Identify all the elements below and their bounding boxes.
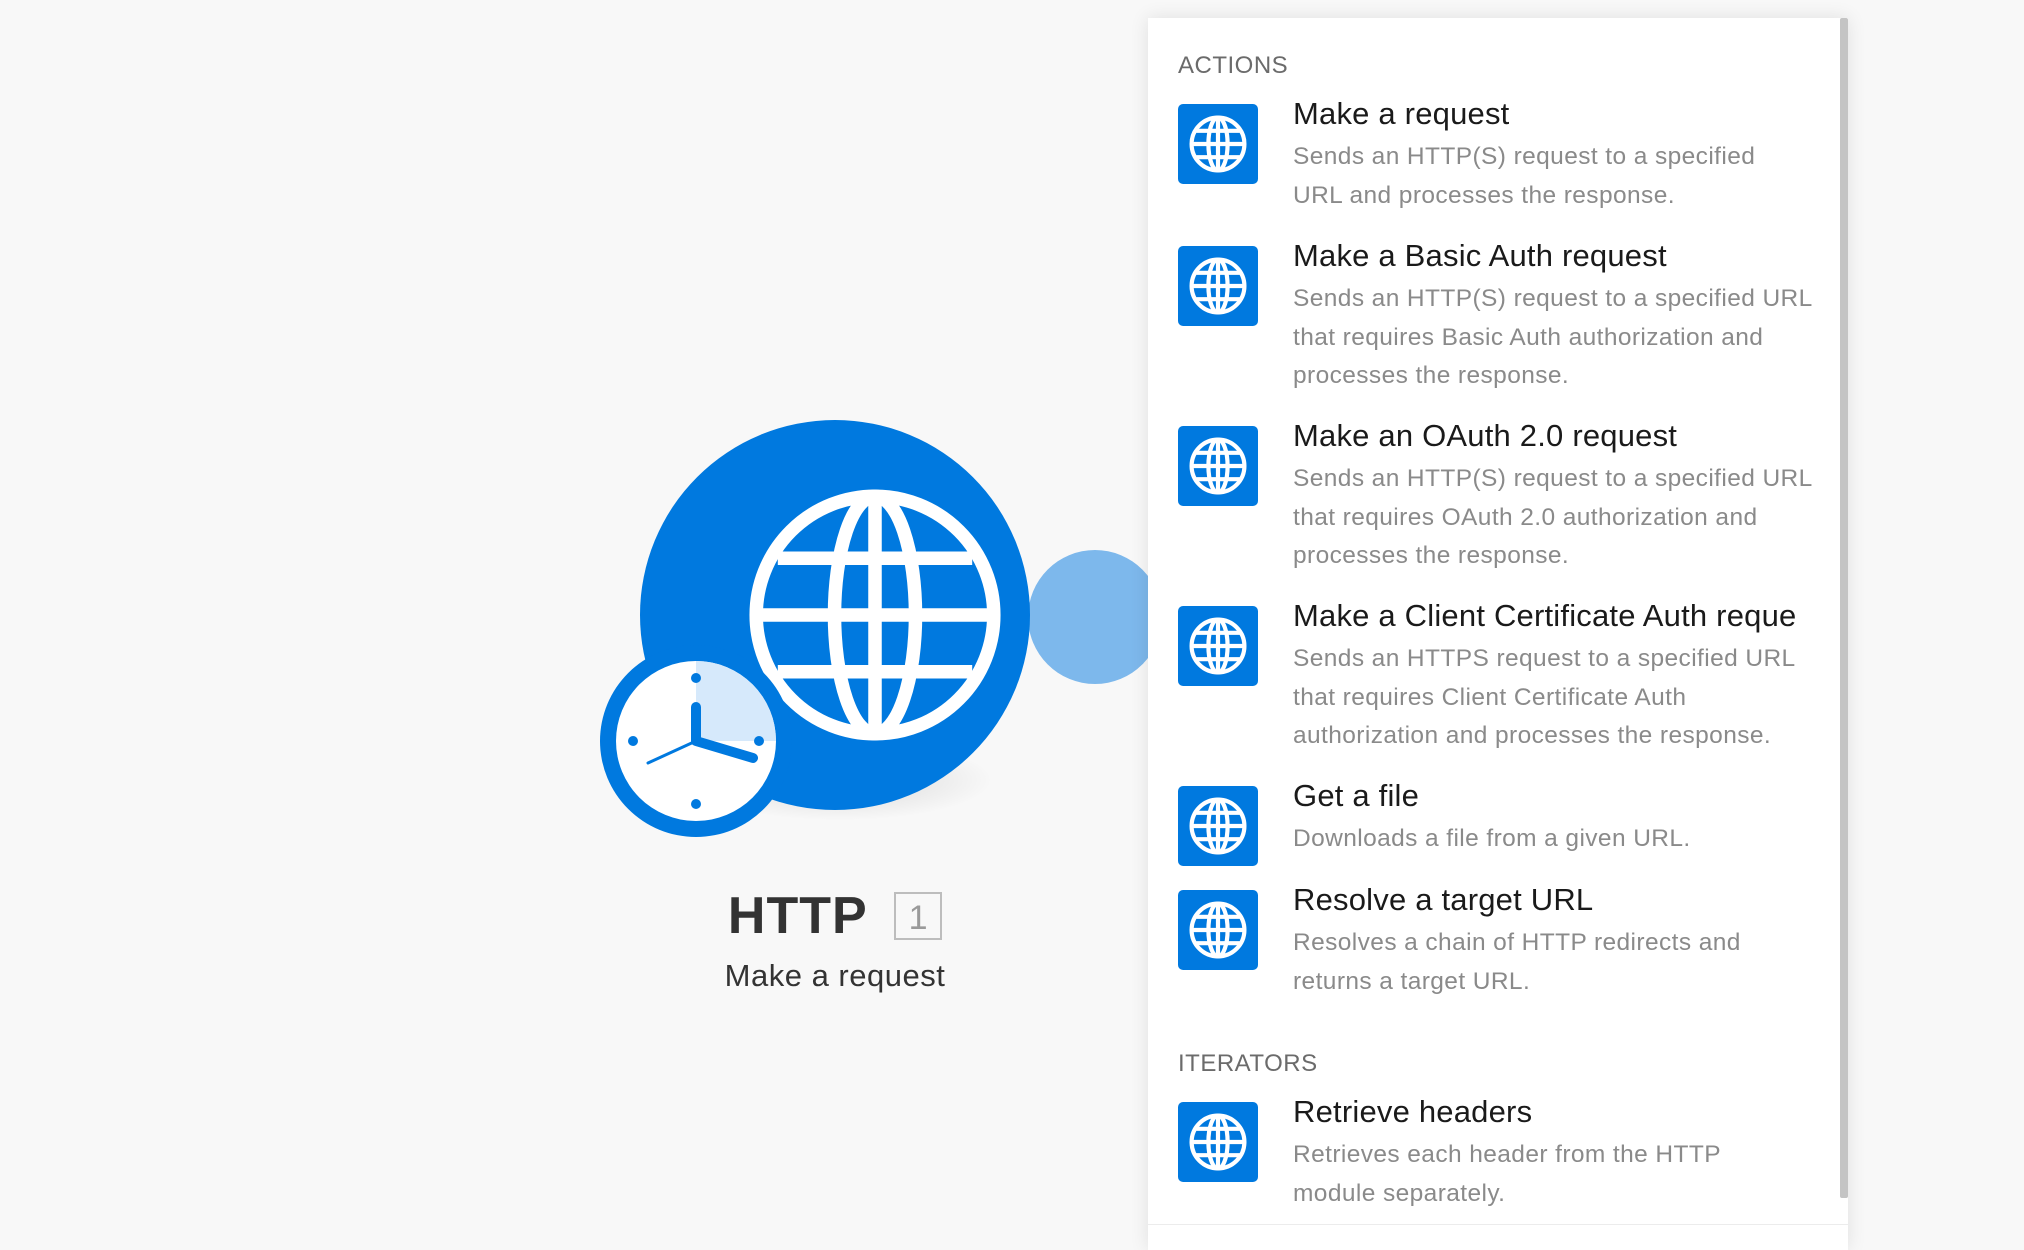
section-heading-actions: ACTIONS	[1178, 52, 1289, 79]
module-connector-handle[interactable]	[1028, 550, 1162, 684]
section-heading-iterators: ITERATORS	[1178, 1050, 1318, 1077]
panel-divider	[1148, 1224, 1848, 1225]
action-description: Sends an HTTP(S) request to a specified …	[1293, 465, 1812, 569]
http-module[interactable]: HTTP 1 Make a request	[600, 420, 1162, 1020]
globe-icon	[1178, 786, 1258, 866]
module-title-row: HTTP 1	[600, 886, 1070, 946]
globe-icon	[1178, 246, 1258, 326]
action-description: Sends an HTTP(S) request to a specified …	[1293, 285, 1812, 389]
action-description: Resolves a chain of HTTP redirects and r…	[1293, 929, 1741, 995]
action-description: Sends an HTTP(S) request to a specified …	[1293, 143, 1756, 209]
action-title: Retrieve headers	[1293, 1094, 1533, 1129]
action-description: Retrieves each header from the HTTP modu…	[1293, 1141, 1721, 1207]
clock-icon	[616, 661, 776, 821]
action-description: Downloads a file from a given URL.	[1293, 825, 1691, 852]
module-id-badge: 1	[894, 892, 943, 940]
action-title: Make an OAuth 2.0 request	[1293, 418, 1678, 453]
globe-icon	[1178, 1102, 1258, 1182]
module-title: HTTP	[727, 887, 868, 945]
action-title: Make a request	[1293, 96, 1510, 131]
action-description: Sends an HTTPS request to a specified UR…	[1293, 645, 1795, 749]
module-subtitle: Make a request	[724, 958, 946, 993]
schedule-clock-badge[interactable]	[600, 645, 792, 837]
panel-scrollbar[interactable]	[1840, 18, 1848, 1198]
globe-icon	[1178, 104, 1258, 184]
action-title: Make a Client Certificate Auth reque	[1293, 598, 1797, 633]
globe-icon	[1178, 426, 1258, 506]
action-title: Get a file	[1293, 778, 1420, 813]
module-picker-panel: ACTIONS Make a request Sends an HTTP(S) …	[1148, 18, 1848, 1250]
globe-icon	[1178, 606, 1258, 686]
globe-icon	[1178, 890, 1258, 970]
action-title: Resolve a target URL	[1293, 882, 1594, 917]
action-title: Make a Basic Auth request	[1293, 238, 1667, 273]
